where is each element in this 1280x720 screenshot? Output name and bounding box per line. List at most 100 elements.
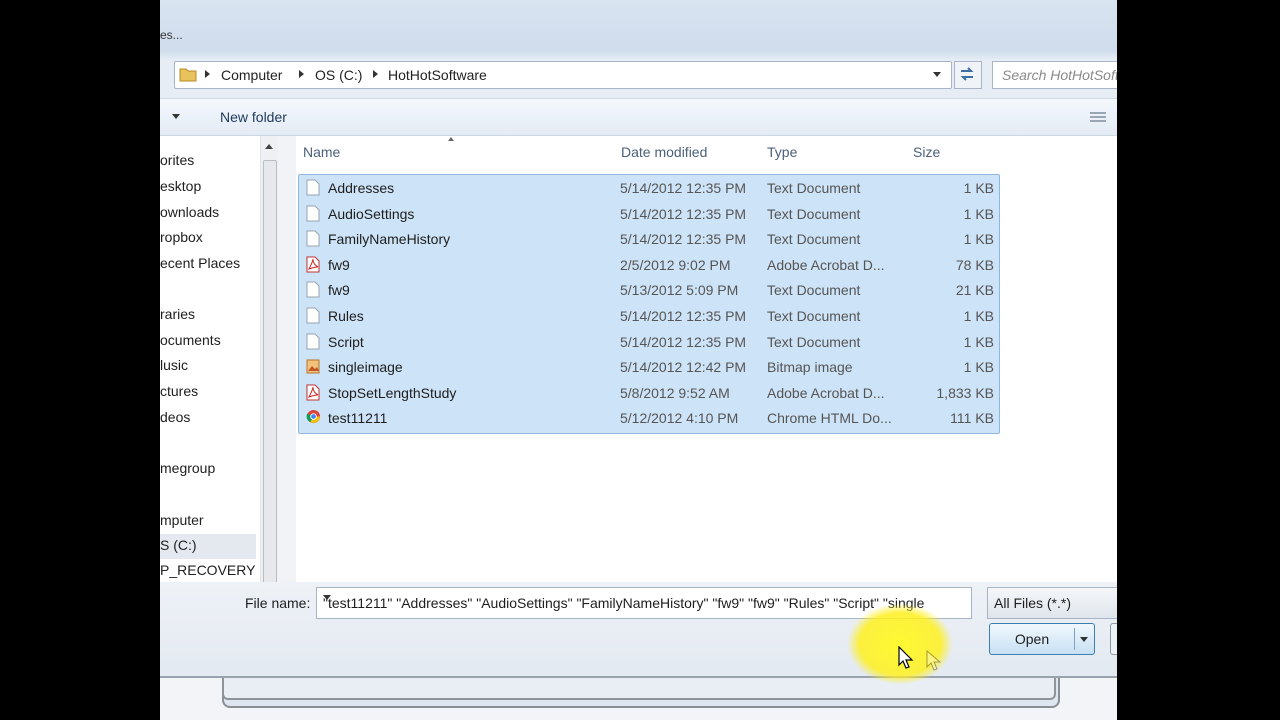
- navigation-scrollbar[interactable]: [260, 136, 278, 596]
- file-row[interactable]: StopSetLengthStudy 5/8/2012 9:52 AM Adobe …: [298, 380, 998, 405]
- nav-item-favorites[interactable]: orites: [160, 152, 194, 168]
- breadcrumb-arrow-icon[interactable]: [205, 70, 210, 78]
- file-name-label: File name:: [245, 595, 311, 611]
- background-window-frame: [222, 676, 1056, 700]
- navigation-pane: orites esktop ownloads ropbox ecent Plac…: [160, 136, 274, 582]
- file-row[interactable]: fw9 5/13/2012 5:09 PM Text Document 21 KB: [298, 277, 998, 302]
- view-options-icon[interactable]: [1090, 111, 1106, 123]
- file-type: Bitmap image: [767, 359, 853, 376]
- file-row[interactable]: Addresses 5/14/2012 12:35 PM Text Document…: [298, 175, 998, 200]
- file-date: 5/14/2012 12:42 PM: [620, 359, 747, 376]
- nav-item-documents[interactable]: ocuments: [160, 332, 221, 348]
- nav-item-dropbox[interactable]: ropbox: [160, 229, 203, 245]
- text-file-icon: [306, 179, 320, 196]
- file-row[interactable]: singleimage 5/14/2012 12:42 PM Bitmap imag…: [298, 354, 998, 379]
- file-date: 5/14/2012 12:35 PM: [620, 205, 747, 222]
- nav-item-desktop[interactable]: esktop: [160, 178, 201, 194]
- text-file-icon: [306, 333, 320, 350]
- search-input[interactable]: Search HotHotSoftware: [992, 61, 1117, 89]
- new-folder-button[interactable]: New folder: [220, 109, 287, 125]
- open-file-dialog: es... Computer OS (C:) HotHotSoftware Se…: [160, 0, 1117, 678]
- file-type: Text Document: [767, 180, 861, 196]
- nav-item-videos[interactable]: deos: [160, 409, 190, 425]
- file-date: 5/14/2012 12:35 PM: [620, 333, 747, 350]
- mouse-pointer-trail-icon: [926, 650, 942, 671]
- open-button[interactable]: Open: [989, 623, 1095, 655]
- screen: es... Computer OS (C:) HotHotSoftware Se…: [160, 0, 1117, 720]
- file-row[interactable]: fw9 2/5/2012 9:02 PM Adobe Acrobat D... 78 …: [298, 252, 998, 277]
- file-list: Name Date modified Type Size Addresses 5/…: [296, 136, 1117, 582]
- nav-item-homegroup[interactable]: megroup: [160, 460, 215, 476]
- chrome-file-icon: [306, 409, 321, 426]
- file-size: 21 KB: [955, 282, 994, 299]
- column-header-date[interactable]: Date modified: [621, 144, 707, 160]
- file-size: 78 KB: [955, 256, 994, 273]
- file-size: 1 KB: [963, 333, 994, 350]
- file-name-dropdown-icon[interactable]: [323, 595, 331, 600]
- pane-splitter[interactable]: [278, 136, 296, 582]
- file-name-value: "test11211" "Addresses" "AudioSettings" …: [323, 595, 925, 611]
- file-row[interactable]: FamilyNameHistory 5/14/2012 12:35 PM Text …: [298, 226, 998, 251]
- file-name: AudioSettings: [328, 205, 415, 222]
- scrollbar-thumb[interactable]: [263, 160, 277, 596]
- breadcrumb-hothotsoftware[interactable]: HotHotSoftware: [388, 67, 487, 83]
- column-header-type[interactable]: Type: [767, 144, 797, 160]
- search-placeholder: Search HotHotSoftware: [1002, 67, 1117, 83]
- nav-item-recent-places[interactable]: ecent Places: [160, 255, 240, 271]
- nav-item-libraries[interactable]: raries: [160, 306, 195, 322]
- nav-item-music[interactable]: lusic: [160, 357, 188, 373]
- breadcrumb-arrow-icon[interactable]: [299, 70, 304, 78]
- open-dropdown-icon[interactable]: [1080, 637, 1088, 642]
- scroll-up-icon[interactable]: [265, 144, 273, 149]
- file-type-select[interactable]: All Files (*.*): [987, 587, 1117, 619]
- file-type: Adobe Acrobat D...: [767, 384, 885, 401]
- text-file-icon: [306, 230, 320, 247]
- file-row[interactable]: AudioSettings 5/14/2012 12:35 PM Text Docu…: [298, 201, 998, 226]
- file-date: 5/12/2012 4:10 PM: [620, 410, 739, 427]
- text-file-icon: [306, 307, 320, 324]
- breadcrumb-os-c[interactable]: OS (C:): [315, 67, 362, 83]
- file-type: Text Document: [767, 205, 861, 222]
- refresh-button[interactable]: [954, 61, 982, 89]
- column-header-size[interactable]: Size: [913, 144, 940, 160]
- file-type: Text Document: [767, 282, 861, 299]
- text-file-icon: [306, 281, 320, 298]
- file-size: 1 KB: [963, 205, 994, 222]
- file-type: Text Document: [767, 308, 861, 324]
- file-row[interactable]: test11211 5/12/2012 4:10 PM Chrome HTML Do…: [298, 405, 998, 430]
- file-date: 5/14/2012 12:35 PM: [620, 231, 747, 248]
- pdf-file-icon: [306, 256, 320, 273]
- nav-item-computer[interactable]: mputer: [160, 512, 204, 528]
- address-bar[interactable]: Computer OS (C:) HotHotSoftware: [174, 61, 952, 89]
- dialog-title: es...: [160, 28, 183, 42]
- nav-item-downloads[interactable]: ownloads: [160, 204, 219, 220]
- column-name-label: Name: [303, 144, 341, 160]
- refresh-icon: [960, 67, 974, 81]
- file-date: 5/8/2012 9:52 AM: [620, 384, 730, 401]
- organize-dropdown-icon[interactable]: [172, 114, 180, 119]
- breadcrumb-arrow-icon[interactable]: [373, 70, 378, 78]
- file-name: fw9: [328, 256, 350, 273]
- nav-item-recovery[interactable]: P_RECOVERY (D: [160, 562, 274, 578]
- file-row[interactable]: Rules 5/14/2012 12:35 PM Text Document 1 KB: [298, 303, 998, 328]
- mouse-pointer-icon: [898, 646, 914, 669]
- address-dropdown-icon[interactable]: [933, 72, 941, 77]
- sort-ascending-icon: [448, 137, 454, 141]
- dialog-footer: File name: "test11211" "Addresses" "Audi…: [160, 582, 1117, 676]
- file-name: FamilyNameHistory: [328, 231, 451, 248]
- file-type: Chrome HTML Do...: [767, 410, 892, 427]
- nav-item-os-c[interactable]: S (C:): [160, 534, 256, 559]
- file-type: Text Document: [767, 231, 861, 248]
- file-row[interactable]: Script 5/14/2012 12:35 PM Text Document 1 K…: [298, 329, 998, 354]
- column-header-name[interactable]: Name: [303, 144, 340, 160]
- file-name: singleimage: [328, 359, 403, 376]
- nav-item-pictures[interactable]: ctures: [160, 383, 198, 399]
- file-type-value: All Files (*.*): [994, 595, 1072, 611]
- breadcrumb-computer[interactable]: Computer: [221, 67, 282, 83]
- pdf-file-icon: [306, 384, 320, 401]
- file-size: 1 KB: [963, 359, 994, 376]
- file-size: 1 KB: [963, 231, 994, 248]
- bitmap-file-icon: [306, 358, 320, 375]
- cancel-button[interactable]: [1110, 623, 1117, 655]
- command-toolbar: New folder: [160, 98, 1117, 136]
